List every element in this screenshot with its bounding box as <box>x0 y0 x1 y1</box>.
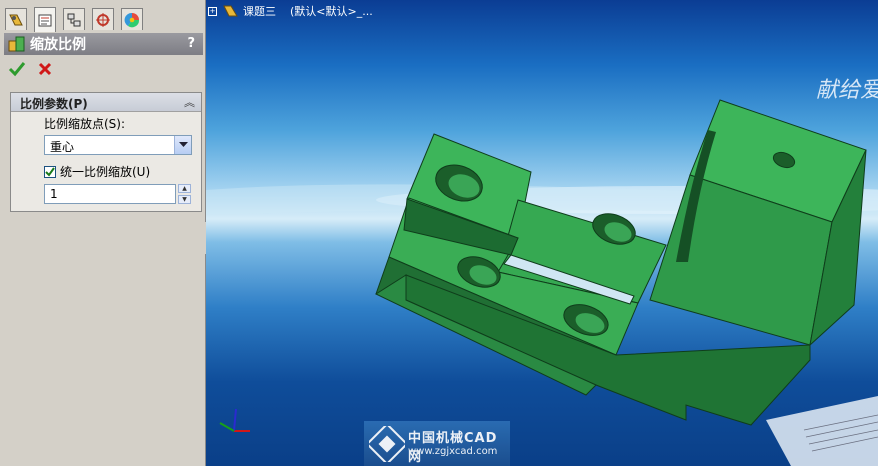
collapse-icon[interactable]: ︽ <box>184 94 195 110</box>
group-title: 比例参数(P) <box>20 97 88 111</box>
scale-factor-value: 1 <box>50 187 58 201</box>
ok-button[interactable] <box>8 60 26 78</box>
dimxpert-manager-icon <box>96 12 110 27</box>
scale-factor-input[interactable]: 1 <box>44 184 176 204</box>
tab-feature-manager[interactable] <box>5 8 27 30</box>
scale-factor-spinner[interactable]: ▲ ▼ <box>178 184 191 204</box>
uniform-scale-checkbox[interactable] <box>44 165 56 178</box>
display-manager-icon <box>124 12 140 27</box>
scale-point-select[interactable]: 重心 <box>44 135 192 155</box>
manager-tabs <box>0 0 205 32</box>
configuration-manager-icon <box>67 13 81 26</box>
tab-property-manager[interactable] <box>34 7 56 32</box>
cancel-button[interactable] <box>36 60 54 78</box>
help-button[interactable]: ? <box>187 36 195 51</box>
uniform-scale-label: 统一比例缩放(U) <box>60 165 151 179</box>
group-header[interactable]: 比例参数(P) ︽ <box>11 93 201 112</box>
feature-manager-icon <box>9 14 23 25</box>
scale-parameters-group: 比例参数(P) ︽ 比例缩放点(S): 重心 统一比例缩放(U) 1 ▲ ▼ <box>10 92 202 212</box>
feature-title: 缩放比例 <box>30 37 86 53</box>
logo-icon <box>369 426 405 462</box>
tab-dimxpert-manager[interactable] <box>92 8 114 30</box>
uniform-scale-row: 统一比例缩放(U) <box>44 163 150 180</box>
tab-display-manager[interactable] <box>121 8 143 30</box>
check-icon <box>45 166 55 177</box>
tab-configuration-manager[interactable] <box>63 8 85 30</box>
scale-point-label: 比例缩放点(S): <box>44 117 126 131</box>
watermark-logo: 中国机械CAD网 www.zgjxcad.com <box>364 421 510 466</box>
scale-feature-icon <box>8 36 25 52</box>
property-manager-panel: 缩放比例 ? 比例参数(P) ︽ 比例缩放点(S): 重心 统一比例缩放(U) <box>0 0 213 466</box>
scale-point-value: 重心 <box>50 140 75 154</box>
ok-cancel-bar <box>8 60 54 80</box>
green-part-model[interactable] <box>206 0 878 466</box>
chevron-down-icon[interactable] <box>174 136 191 154</box>
spin-up-button[interactable]: ▲ <box>178 184 191 193</box>
graphics-viewport[interactable]: + 课题三 (默认<默认>_... 献给爱 中国机械CAD网 www.zgjxc… <box>206 0 878 466</box>
feature-title-bar: 缩放比例 ? <box>4 33 203 55</box>
axis-triad-icon <box>219 408 250 432</box>
spin-down-button[interactable]: ▼ <box>178 195 191 204</box>
property-manager-icon <box>38 14 52 27</box>
watermark-url: www.zgjxcad.com <box>408 446 498 457</box>
